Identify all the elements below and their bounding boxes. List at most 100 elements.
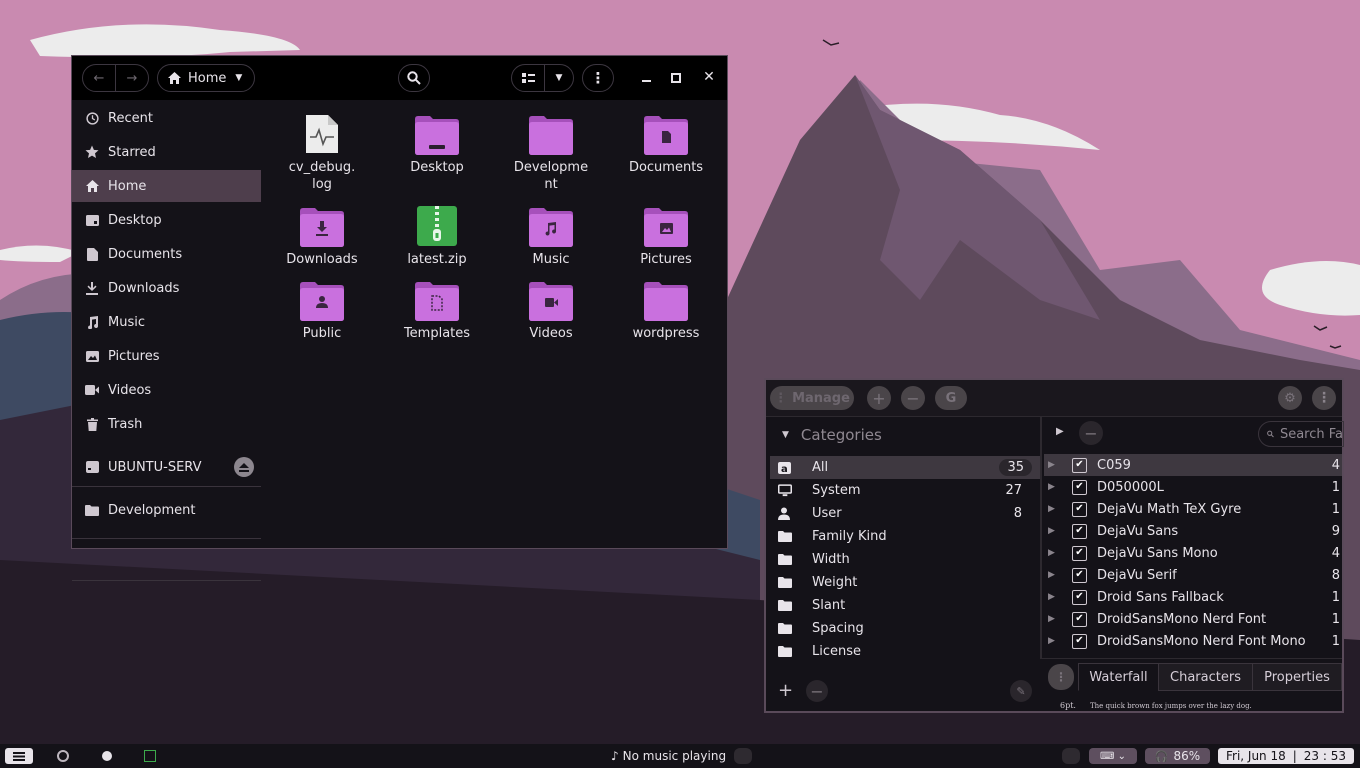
- forward-button[interactable]: →: [115, 64, 149, 92]
- music-widget[interactable]: ♪ No music playing: [611, 748, 753, 764]
- font-enabled-checkbox[interactable]: ✔: [1072, 479, 1087, 495]
- font-row[interactable]: ▶ ✔ DejaVu Math TeX Gyre 1: [1044, 498, 1342, 520]
- chevron-right-icon[interactable]: ▶: [1048, 570, 1056, 580]
- tab-waterfall[interactable]: Waterfall: [1078, 663, 1159, 691]
- eject-button[interactable]: [234, 457, 254, 477]
- sidebar-item-pictures[interactable]: Pictures: [72, 340, 261, 372]
- keyboard-icon: ⌨ ⌄: [1100, 750, 1126, 762]
- sidebar-item-ubuntu-serv[interactable]: UBUNTU-SERV: [72, 451, 261, 483]
- file-item[interactable]: Documents: [616, 109, 716, 176]
- music-control[interactable]: [734, 748, 753, 764]
- chevron-right-icon[interactable]: ▶: [1048, 460, 1056, 470]
- back-button[interactable]: ←: [82, 64, 116, 92]
- font-enabled-checkbox[interactable]: ✔: [1072, 633, 1087, 649]
- plus-icon: +: [872, 388, 886, 408]
- sidebar-item-label: UBUNTU-SERV: [108, 459, 202, 475]
- file-item[interactable]: latest.zip: [387, 201, 487, 268]
- sidebar-item-home[interactable]: Home: [72, 170, 261, 202]
- font-row[interactable]: ▶ ✔ D050000L 1: [1044, 476, 1342, 498]
- close-button[interactable]: ✕: [701, 69, 717, 85]
- chevron-right-icon[interactable]: ▶: [1048, 504, 1056, 514]
- file-name: wordpress: [632, 326, 700, 341]
- font-row[interactable]: ▶ ✔ DejaVu Sans 9: [1044, 520, 1342, 542]
- sidebar-item-development[interactable]: Development: [72, 494, 261, 526]
- chevron-right-icon[interactable]: ▶: [1048, 636, 1056, 646]
- file-name: Downloads: [286, 252, 358, 267]
- sidebar-item-videos[interactable]: Videos: [72, 374, 261, 406]
- add-font-button[interactable]: +: [867, 386, 891, 410]
- remove-category-button[interactable]: −: [806, 680, 828, 702]
- volume-indicator[interactable]: 🎧 86%: [1145, 748, 1210, 764]
- chevron-right-icon[interactable]: ▶: [1048, 548, 1056, 558]
- file-item[interactable]: wordpress: [616, 275, 716, 342]
- edit-category-button[interactable]: ✎: [1010, 680, 1032, 702]
- file-item[interactable]: Pictures: [616, 201, 716, 268]
- categories-header[interactable]: ▼ Categories: [782, 426, 882, 444]
- google-fonts-button[interactable]: G: [935, 386, 967, 410]
- sidebar-item-recent[interactable]: Recent: [72, 102, 261, 134]
- remove-font-button[interactable]: −: [901, 386, 925, 410]
- file-item[interactable]: Videos: [501, 275, 601, 342]
- file-icon-wrap: [387, 201, 487, 247]
- sidebar-item-trash[interactable]: Trash: [72, 408, 261, 440]
- chevron-right-icon[interactable]: ▶: [1048, 592, 1056, 602]
- clock-widget[interactable]: Fri, Jun 18 | 23 : 53: [1218, 748, 1354, 764]
- settings-button[interactable]: ⚙: [1278, 386, 1302, 410]
- expand-all-button[interactable]: ▶: [1056, 426, 1064, 437]
- view-options-button[interactable]: ▼: [544, 64, 574, 92]
- file-item[interactable]: Music: [501, 201, 601, 268]
- eject-icon: [239, 462, 249, 472]
- apps-menu-button[interactable]: [5, 748, 33, 764]
- chevron-right-icon[interactable]: ▶: [1048, 482, 1056, 492]
- font-enabled-checkbox[interactable]: ✔: [1072, 611, 1087, 627]
- menu-button[interactable]: ⋮: [1312, 386, 1336, 410]
- tab-characters[interactable]: Characters: [1158, 663, 1253, 691]
- chevron-right-icon[interactable]: ▶: [1048, 526, 1056, 536]
- sidebar-item-music[interactable]: Music: [72, 306, 261, 338]
- zip-file-icon: [417, 206, 457, 246]
- manage-button[interactable]: ⋮ Manage: [770, 386, 854, 410]
- collapse-button[interactable]: −: [1079, 421, 1103, 445]
- menu-button[interactable]: ⋮: [582, 64, 614, 92]
- search-button[interactable]: [398, 64, 430, 92]
- maximize-button[interactable]: [670, 72, 681, 83]
- file-item[interactable]: Desktop: [387, 109, 487, 176]
- font-row[interactable]: ▶ ✔ DejaVu Serif 8: [1044, 564, 1342, 586]
- sidebar-item-documents[interactable]: Documents: [72, 238, 261, 270]
- sidebar-item-starred[interactable]: Starred: [72, 136, 261, 168]
- file-item[interactable]: cv_debug. log: [272, 109, 372, 193]
- file-item[interactable]: Developme nt: [501, 109, 601, 193]
- font-row[interactable]: ▶ ✔ DroidSansMono Nerd Font 1: [1044, 608, 1342, 630]
- sidebar-item-label: Downloads: [108, 280, 180, 296]
- font-row[interactable]: ▶ ✔ DroidSansMono Nerd Font Mono 1: [1044, 630, 1342, 652]
- font-enabled-checkbox[interactable]: ✔: [1072, 545, 1087, 561]
- font-enabled-checkbox[interactable]: ✔: [1072, 567, 1087, 583]
- tray-button[interactable]: [1062, 748, 1080, 764]
- sidebar-item-desktop[interactable]: Desktop: [72, 204, 261, 236]
- minus-icon: −: [906, 388, 920, 408]
- font-row[interactable]: ▶ ✔ Droid Sans Fallback 1: [1044, 586, 1342, 608]
- font-enabled-checkbox[interactable]: ✔: [1072, 457, 1087, 473]
- date-label: Fri, Jun 18: [1225, 749, 1286, 763]
- location-button[interactable]: Home ▼: [157, 64, 255, 92]
- file-item[interactable]: Templates: [387, 275, 487, 342]
- preview-options-button[interactable]: ⋮: [1048, 664, 1074, 690]
- search-fonts-input[interactable]: Search Fa: [1258, 421, 1344, 447]
- font-row[interactable]: ▶ ✔ DejaVu Sans Mono 4: [1044, 542, 1342, 564]
- font-enabled-checkbox[interactable]: ✔: [1072, 523, 1087, 539]
- file-item[interactable]: Public: [272, 275, 372, 342]
- file-item[interactable]: Downloads: [272, 201, 372, 268]
- chevron-right-icon[interactable]: ▶: [1048, 614, 1056, 624]
- keyboard-layout-button[interactable]: ⌨ ⌄: [1089, 748, 1137, 764]
- font-enabled-checkbox[interactable]: ✔: [1072, 589, 1087, 605]
- chrome-app-button[interactable]: [57, 748, 69, 764]
- font-row[interactable]: ▶ ✔ C059 4: [1044, 454, 1342, 476]
- view-toggle-button[interactable]: [511, 64, 545, 92]
- tab-properties[interactable]: Properties: [1252, 663, 1342, 691]
- add-category-button[interactable]: +: [778, 680, 793, 701]
- minimize-button[interactable]: [640, 70, 652, 86]
- terminal-app-button[interactable]: [144, 748, 156, 764]
- sidebar-item-downloads[interactable]: Downloads: [72, 272, 261, 304]
- font-enabled-checkbox[interactable]: ✔: [1072, 501, 1087, 517]
- app-button[interactable]: [102, 748, 112, 764]
